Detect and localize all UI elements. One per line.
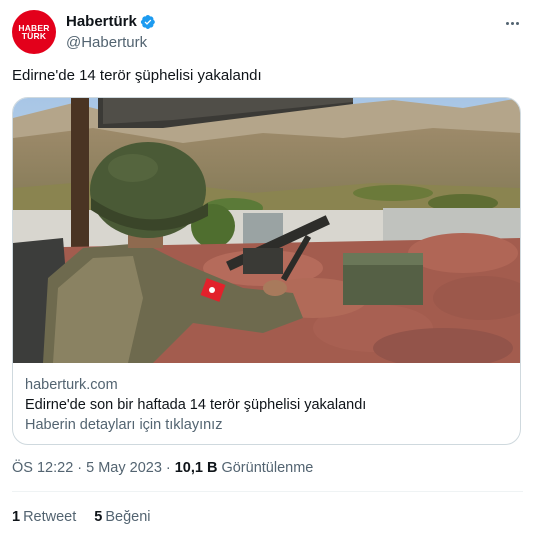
logo-line-2: TÜRK bbox=[21, 31, 47, 41]
meta-separator-2: · bbox=[165, 460, 171, 476]
soldier-photo-icon bbox=[13, 98, 520, 363]
display-name[interactable]: Habertürk bbox=[66, 12, 137, 32]
card-info: haberturk.com Edirne'de son bir haftada … bbox=[25, 375, 505, 435]
handle[interactable]: @Haberturk bbox=[66, 33, 156, 53]
retweets-count: 1 bbox=[12, 509, 21, 525]
likes-stat[interactable]: 5 Beğeni bbox=[94, 507, 150, 527]
tweet-time[interactable]: ÖS 12:22 bbox=[12, 458, 73, 478]
views-count: 10,1 B bbox=[174, 460, 218, 476]
likes-label: Beğeni bbox=[105, 509, 151, 525]
author-block: Habertürk @Haberturk bbox=[66, 12, 156, 53]
haberturk-logo: HABER TÜRK bbox=[18, 23, 49, 41]
tweet-date[interactable]: 5 May 2023 bbox=[86, 458, 162, 478]
card-title[interactable]: Edirne'de son bir haftada 14 terör şüphe… bbox=[25, 395, 505, 415]
link-card[interactable]: haberturk.com Edirne'de son bir haftada … bbox=[12, 97, 521, 445]
verified-badge-icon bbox=[140, 14, 156, 30]
card-image[interactable] bbox=[13, 98, 520, 363]
engagement-stats: 1 Retweet 5 Beğeni bbox=[12, 507, 169, 527]
meta-separator: · bbox=[77, 460, 83, 476]
retweets-stat[interactable]: 1 Retweet bbox=[12, 507, 76, 527]
views-label: Görüntülenme bbox=[221, 460, 314, 476]
divider bbox=[12, 491, 523, 492]
likes-count: 5 bbox=[94, 509, 103, 525]
tweet-text: Edirne'de 14 terör şüphelisi yakalandı bbox=[12, 67, 262, 84]
card-domain: haberturk.com bbox=[25, 377, 118, 393]
tweet-meta: ÖS 12:22 · 5 May 2023 · 10,1 B Görüntüle… bbox=[12, 458, 313, 478]
retweets-label: Retweet bbox=[23, 509, 77, 525]
tweet: HABER TÜRK Habertürk @Haberturk Edirne'd… bbox=[0, 0, 535, 534]
card-description: Haberin detayları için tıklayınız bbox=[25, 417, 223, 433]
more-options-icon[interactable] bbox=[500, 12, 524, 34]
avatar[interactable]: HABER TÜRK bbox=[12, 10, 56, 54]
